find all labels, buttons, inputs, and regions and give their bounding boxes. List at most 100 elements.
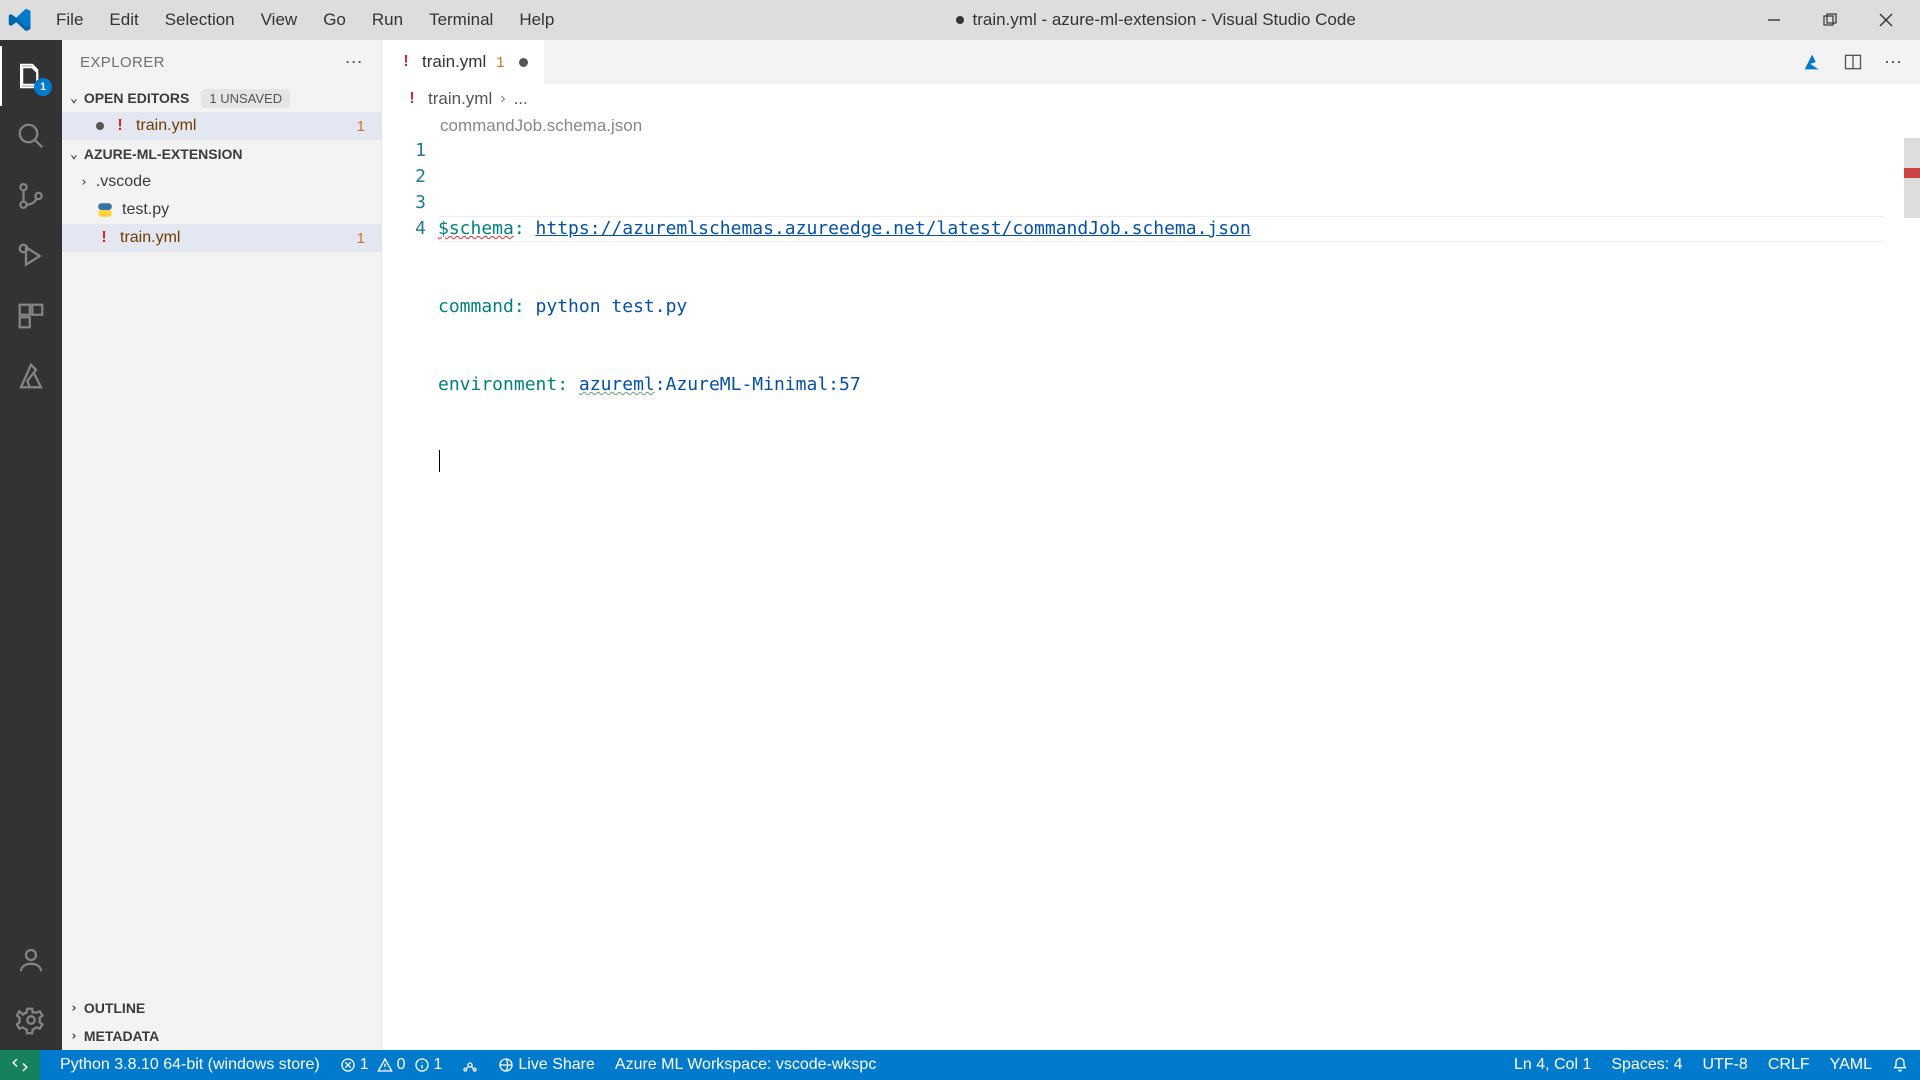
titlebar: File Edit Selection View Go Run Terminal…	[0, 0, 1920, 40]
window-title: train.yml - azure-ml-extension - Visual …	[566, 10, 1746, 30]
window-controls	[1746, 0, 1914, 40]
yaml-file-icon: !	[398, 54, 414, 70]
editor-area: ! train.yml 1 ⋯ ! train.yml › ... comman…	[382, 40, 1920, 1050]
menubar: File Edit Selection View Go Run Terminal…	[44, 4, 566, 36]
menu-run[interactable]: Run	[360, 4, 415, 36]
breadcrumb-separator-icon: ›	[500, 90, 505, 108]
breadcrumb-rest: ...	[514, 89, 528, 109]
file-item-name: test.py	[122, 201, 169, 219]
modified-dot-icon	[96, 122, 104, 130]
window-title-text: train.yml - azure-ml-extension - Visual …	[972, 10, 1355, 30]
sidebar-more-icon[interactable]: ⋯	[345, 52, 363, 73]
activity-azure[interactable]	[0, 346, 62, 406]
menu-terminal[interactable]: Terminal	[417, 4, 505, 36]
azure-ml-action-icon[interactable]	[1800, 49, 1826, 75]
gutter: 1 2 3 4	[382, 138, 438, 1050]
yaml-file-icon: !	[112, 118, 128, 134]
menu-file[interactable]: File	[44, 4, 95, 36]
file-problem-count: 1	[357, 230, 365, 247]
split-editor-icon[interactable]	[1840, 49, 1866, 75]
status-azure-workspace[interactable]: Azure ML Workspace: vscode-wkspc	[615, 1056, 876, 1074]
activity-search[interactable]	[0, 106, 62, 166]
status-encoding[interactable]: UTF-8	[1703, 1056, 1748, 1074]
code-line: command: python test.py	[438, 294, 1902, 320]
yaml-file-icon: !	[96, 230, 112, 246]
chevron-down-icon: ⌄	[70, 91, 78, 106]
remote-indicator[interactable]	[0, 1050, 40, 1080]
sidebar-explorer: EXPLORER ⋯ ⌄ OPEN EDITORS 1 UNSAVED ! tr…	[62, 40, 382, 1050]
activity-explorer[interactable]: 1	[0, 46, 62, 106]
code-content[interactable]: $schema: https://azuremlschemas.azureedg…	[438, 138, 1902, 1050]
window-minimize[interactable]	[1746, 0, 1802, 40]
folder-item-vscode[interactable]: › .vscode	[62, 168, 381, 196]
status-warnings[interactable]: 0	[377, 1056, 406, 1074]
open-editors-tree: ! train.yml 1	[62, 112, 381, 140]
window-close[interactable]	[1858, 0, 1914, 40]
modified-dot-icon	[956, 16, 964, 24]
status-info[interactable]: 1	[414, 1056, 443, 1074]
tab-filename: train.yml	[422, 52, 486, 72]
activity-settings[interactable]	[0, 990, 62, 1050]
more-actions-icon[interactable]: ⋯	[1880, 49, 1906, 75]
line-number: 2	[382, 164, 426, 190]
overview-ruler[interactable]	[1902, 138, 1920, 1050]
status-liveshare[interactable]: Live Share	[498, 1056, 595, 1074]
schema-hint: commandJob.schema.json	[382, 116, 1920, 136]
tab-actions: ⋯	[1800, 40, 1920, 84]
status-ports[interactable]	[462, 1057, 478, 1073]
activity-accounts[interactable]	[0, 930, 62, 990]
status-python[interactable]: Python 3.8.10 64-bit (windows store)	[60, 1056, 320, 1074]
tabbar: ! train.yml 1 ⋯	[382, 40, 1920, 84]
activity-source-control[interactable]	[0, 166, 62, 226]
status-eol[interactable]: CRLF	[1768, 1056, 1810, 1074]
status-language[interactable]: YAML	[1830, 1056, 1872, 1074]
metadata-label: METADATA	[84, 1028, 159, 1044]
file-item-trainyml[interactable]: ! train.yml 1	[62, 224, 381, 252]
chevron-right-icon: ›	[70, 1001, 78, 1016]
status-errors[interactable]: 1	[340, 1056, 369, 1074]
code-line	[438, 450, 1902, 476]
tab-problem-count: 1	[496, 54, 504, 71]
outline-header[interactable]: › OUTLINE	[62, 994, 381, 1022]
open-editors-label: OPEN EDITORS	[84, 90, 190, 106]
python-file-icon	[96, 201, 114, 219]
file-item-testpy[interactable]: test.py	[62, 196, 381, 224]
window-maximize[interactable]	[1802, 0, 1858, 40]
statusbar: Python 3.8.10 64-bit (windows store) 1 0…	[0, 1050, 1920, 1080]
menu-help[interactable]: Help	[507, 4, 566, 36]
status-notifications-icon[interactable]	[1892, 1057, 1908, 1073]
breadcrumb[interactable]: ! train.yml › ...	[382, 84, 1920, 114]
scrollbar-thumb[interactable]	[1904, 138, 1920, 218]
outline-label: OUTLINE	[84, 1000, 145, 1016]
vscode-app-icon	[6, 6, 34, 34]
yaml-file-icon: !	[404, 91, 420, 107]
chevron-down-icon: ⌄	[70, 147, 78, 162]
open-editor-item[interactable]: ! train.yml 1	[62, 112, 381, 140]
breadcrumb-file: train.yml	[428, 89, 492, 109]
activitybar: 1	[0, 40, 62, 1050]
code-line: $schema: https://azuremlschemas.azureedg…	[438, 216, 1902, 242]
chevron-right-icon: ›	[80, 175, 88, 190]
editor-tab-trainyml[interactable]: ! train.yml 1	[382, 40, 545, 84]
metadata-header[interactable]: › METADATA	[62, 1022, 381, 1050]
sidebar-title-label: EXPLORER	[80, 54, 165, 71]
folder-header[interactable]: ⌄ AZURE-ML-EXTENSION	[62, 140, 381, 168]
menu-selection[interactable]: Selection	[153, 4, 247, 36]
workbench: 1 EXPLORER ⋯ ⌄ OPEN E	[0, 40, 1920, 1050]
overview-error-marker	[1904, 168, 1920, 178]
activity-extensions[interactable]	[0, 286, 62, 346]
modified-dot-icon	[519, 58, 528, 67]
line-number: 1	[382, 138, 426, 164]
line-number: 4	[382, 216, 426, 242]
menu-go[interactable]: Go	[311, 4, 358, 36]
activity-run-debug[interactable]	[0, 226, 62, 286]
status-cursor-position[interactable]: Ln 4, Col 1	[1514, 1056, 1591, 1074]
code-area[interactable]: 1 2 3 4 $schema: https://azuremlschemas.…	[382, 138, 1920, 1050]
folder-tree: › .vscode test.py ! train.yml 1	[62, 168, 381, 252]
status-indentation[interactable]: Spaces: 4	[1611, 1056, 1682, 1074]
file-item-name: train.yml	[120, 229, 180, 247]
open-editors-header[interactable]: ⌄ OPEN EDITORS 1 UNSAVED	[62, 84, 381, 112]
text-cursor	[439, 450, 440, 472]
menu-view[interactable]: View	[249, 4, 310, 36]
menu-edit[interactable]: Edit	[97, 4, 150, 36]
